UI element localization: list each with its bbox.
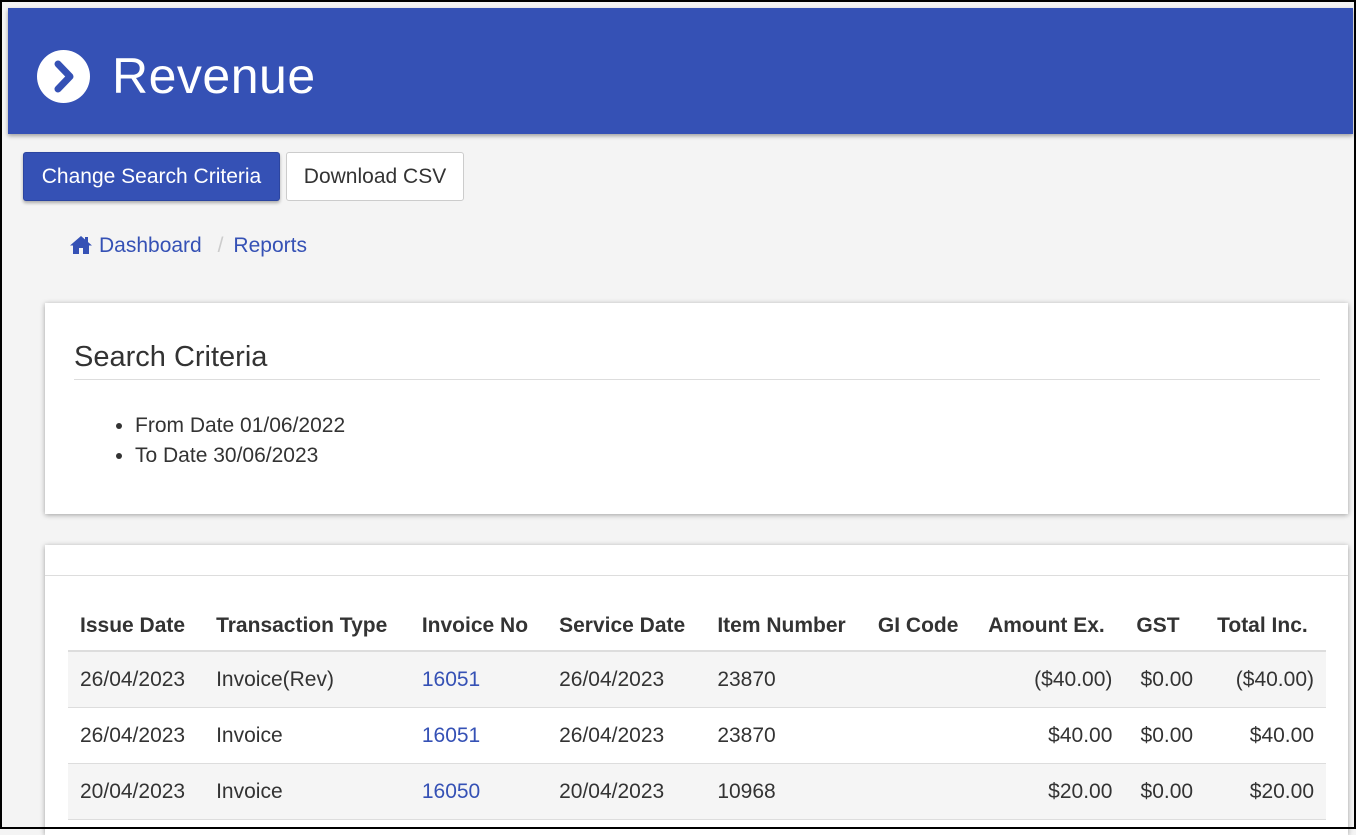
cell-gl-code xyxy=(865,763,977,820)
cell-invoice-no: 16051 xyxy=(409,707,548,764)
cell-amount-ex: $40.00 xyxy=(976,707,1125,764)
col-issue-date[interactable]: Issue Date xyxy=(68,601,205,652)
cell-invoice-no: 16051 xyxy=(409,651,548,708)
cell-gl-code xyxy=(865,707,977,764)
table-row: 26/04/2023 Invoice 16051 26/04/2023 2387… xyxy=(68,707,1326,764)
search-criteria-panel: Search Criteria From Date 01/06/2022 To … xyxy=(45,303,1348,514)
cell-service-date: 20/04/2023 xyxy=(547,763,706,820)
chevron-right-circle-icon[interactable] xyxy=(37,50,90,103)
col-total-inc[interactable]: Total Inc. xyxy=(1205,601,1326,652)
search-criteria-title: Search Criteria xyxy=(74,341,268,373)
cell-issue-date: 20/04/2023 xyxy=(68,763,205,820)
cell-total-inc: $40.00 xyxy=(1205,707,1326,764)
criteria-to-date: To Date 30/06/2023 xyxy=(135,441,345,471)
cell-service-date: 26/04/2023 xyxy=(547,707,706,764)
col-transaction-type[interactable]: Transaction Type xyxy=(204,601,410,652)
cell-gst: $0.00 xyxy=(1124,651,1206,708)
search-criteria-list: From Date 01/06/2022 To Date 30/06/2023 xyxy=(135,411,345,471)
col-service-date[interactable]: Service Date xyxy=(547,601,706,652)
cell-transaction-type: Invoice(Rev) xyxy=(204,651,410,708)
cell-item-number: 10968 xyxy=(705,763,866,820)
divider xyxy=(74,379,1320,380)
breadcrumb: Dashboard / Reports xyxy=(69,231,307,261)
invoice-link[interactable]: 16051 xyxy=(422,724,480,747)
col-invoice-no[interactable]: Invoice No xyxy=(409,601,548,652)
cell-gst: $0.00 xyxy=(1124,763,1206,820)
change-search-criteria-button[interactable]: Change Search Criteria xyxy=(23,152,280,201)
col-gl-code[interactable]: GI Code xyxy=(865,601,977,652)
cell-item-number: 23870 xyxy=(705,707,866,764)
col-item-number[interactable]: Item Number xyxy=(705,601,866,652)
table-row: 26/04/2023 Invoice(Rev) 16051 26/04/2023… xyxy=(68,651,1326,708)
breadcrumb-item-reports[interactable]: Reports xyxy=(233,234,307,257)
table-row: 20/04/2023 Invoice 16050 20/04/2023 1096… xyxy=(68,763,1326,820)
invoice-link[interactable]: 16051 xyxy=(422,668,480,691)
cell-issue-date: 26/04/2023 xyxy=(68,707,205,764)
home-icon xyxy=(69,234,93,264)
criteria-from-date: From Date 01/06/2022 xyxy=(135,411,345,441)
cell-invoice-no: 16050 xyxy=(409,763,548,820)
cell-issue-date: 26/04/2023 xyxy=(68,651,205,708)
cell-transaction-type: Invoice xyxy=(204,707,410,764)
cell-total-inc: $20.00 xyxy=(1205,763,1326,820)
cell-gst: $0.00 xyxy=(1124,707,1206,764)
download-csv-button[interactable]: Download CSV xyxy=(286,152,464,201)
breadcrumb-separator: / xyxy=(217,234,224,257)
table-header-row: Issue Date Transaction Type Invoice No S… xyxy=(68,601,1326,652)
cell-gl-code xyxy=(865,651,977,708)
cell-amount-ex: $20.00 xyxy=(976,763,1125,820)
page-title: Revenue xyxy=(112,48,316,104)
breadcrumb-item-dashboard[interactable]: Dashboard xyxy=(69,234,208,257)
cell-amount-ex: ($40.00) xyxy=(976,651,1125,708)
cell-total-inc: ($40.00) xyxy=(1205,651,1326,708)
cell-transaction-type: Invoice xyxy=(204,763,410,820)
cell-service-date: 26/04/2023 xyxy=(547,651,706,708)
revenue-table-panel: Issue Date Transaction Type Invoice No S… xyxy=(45,545,1348,835)
revenue-table: Issue Date Transaction Type Invoice No S… xyxy=(68,601,1326,820)
app-header: Revenue xyxy=(8,8,1353,134)
invoice-link[interactable]: 16050 xyxy=(422,780,480,803)
cell-item-number: 23870 xyxy=(705,651,866,708)
divider xyxy=(45,575,1348,576)
breadcrumb-label-dashboard: Dashboard xyxy=(99,234,202,257)
col-amount-ex[interactable]: Amount Ex. xyxy=(976,601,1125,652)
col-gst[interactable]: GST xyxy=(1124,601,1206,652)
